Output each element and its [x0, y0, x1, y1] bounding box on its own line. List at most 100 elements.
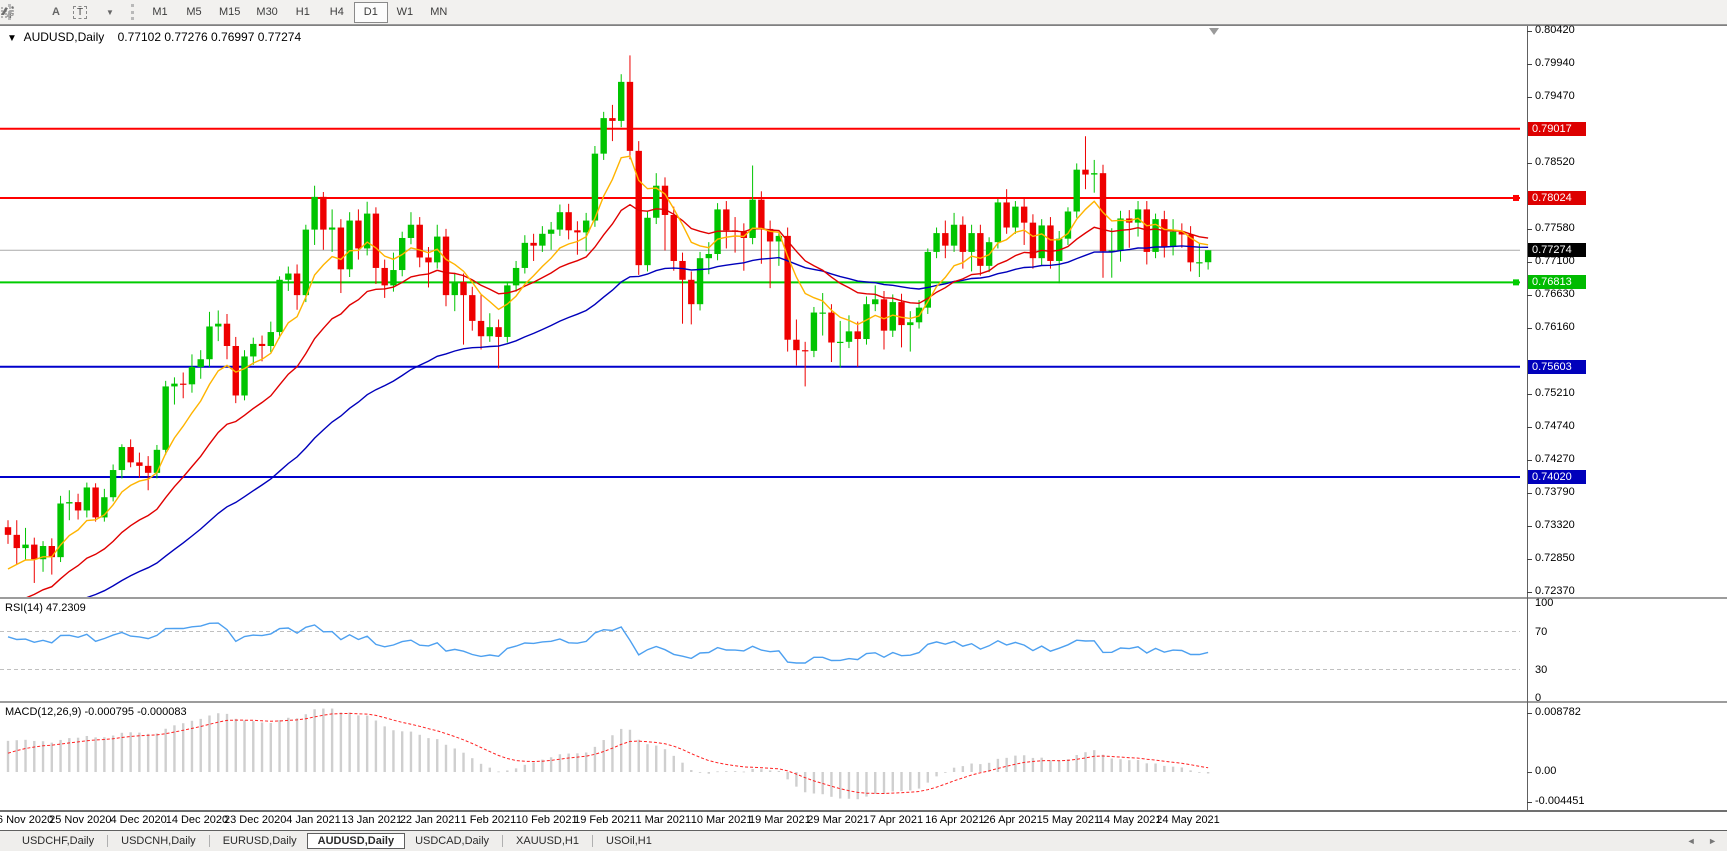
- macd-bar: [733, 771, 737, 772]
- timeframe-button-m30[interactable]: M30: [248, 2, 285, 23]
- macd-signal-line: [7, 712, 1209, 795]
- macd-bar: [111, 735, 115, 772]
- candle-body: [968, 233, 975, 252]
- date-label: 22 Jan 2021: [399, 814, 461, 826]
- hline-end-handle[interactable]: [1513, 279, 1519, 286]
- macd-bar: [1084, 752, 1087, 772]
- date-label: 25 Nov 2020: [49, 814, 112, 826]
- price-chart-plot[interactable]: [0, 26, 1527, 597]
- timeframe-button-m1[interactable]: M1: [143, 2, 177, 23]
- candle-body: [688, 279, 695, 305]
- macd-plot[interactable]: [0, 703, 1527, 810]
- chart-tab-usdchf[interactable]: USDCHF,Daily: [12, 833, 104, 849]
- macd-bar: [672, 755, 675, 772]
- chart-tab-xauusd[interactable]: XAUUSD,H1: [506, 833, 589, 849]
- timeframe-button-m15[interactable]: M15: [211, 2, 248, 23]
- price-level-label-0.78024[interactable]: 0.78024: [1528, 190, 1586, 205]
- candle-body: [241, 356, 248, 396]
- candle-body: [1012, 206, 1019, 228]
- candle-body: [521, 242, 529, 268]
- macd-bar: [120, 732, 124, 772]
- candle-body: [285, 273, 292, 280]
- macd-header: MACD(12,26,9) -0.000795 -0.000083: [5, 706, 187, 718]
- macd-bar: [786, 772, 789, 780]
- chart-tab-usdcnh[interactable]: USDCNH,Daily: [111, 833, 206, 849]
- price-level-label-0.77274[interactable]: 0.77274: [1528, 243, 1586, 258]
- price-tick-mark: [1527, 64, 1532, 66]
- candle-body: [22, 544, 29, 549]
- candle-body: [1161, 219, 1168, 248]
- date-label: 19 Feb 2021: [574, 814, 636, 826]
- macd-bar: [313, 709, 316, 772]
- tab-scroll-left-icon[interactable]: ◄: [1687, 836, 1696, 846]
- candle-body: [696, 258, 704, 305]
- letter-a-icon: A: [52, 6, 60, 18]
- timeframe-button-mn[interactable]: MN: [422, 2, 456, 23]
- price-tick-label: 0.78520: [1535, 156, 1575, 169]
- macd-bar: [584, 752, 588, 772]
- macd-bar: [611, 735, 614, 772]
- macd-bar: [803, 772, 807, 793]
- tab-separator: [502, 835, 504, 847]
- macd-bar: [295, 718, 299, 772]
- macd-bar: [76, 737, 80, 772]
- date-label: 10 Feb 2021: [515, 814, 578, 826]
- text-tool-button[interactable]: T: [68, 2, 92, 22]
- macd-bar: [909, 772, 912, 791]
- price-level-label-0.74020[interactable]: 0.74020: [1528, 470, 1586, 484]
- price-level-label-0.79017[interactable]: 0.79017: [1528, 121, 1586, 136]
- tab-scroll-right-icon[interactable]: ►: [1708, 836, 1717, 846]
- candle-body: [346, 220, 353, 270]
- date-label: 10 Mar 2021: [690, 814, 753, 826]
- chart-tab-usdcad[interactable]: USDCAD,Daily: [405, 833, 499, 849]
- candle-body: [1047, 225, 1054, 261]
- shapes-button[interactable]: ▼: [1, 2, 126, 22]
- text-label-a-button[interactable]: A: [44, 2, 68, 22]
- price-tick-mark: [1527, 459, 1532, 461]
- candle-body: [644, 217, 651, 266]
- grid-pattern-icon[interactable]: F: [1, 2, 44, 22]
- price-tick-mark: [1527, 97, 1532, 99]
- macd-bar: [401, 731, 404, 772]
- candle-body: [819, 312, 826, 314]
- chart-tab-eurusd[interactable]: EURUSD,Daily: [213, 833, 307, 849]
- timeframe-button-h1[interactable]: H1: [286, 2, 320, 23]
- price-level-label-0.76813[interactable]: 0.76813: [1528, 275, 1586, 290]
- candle-body: [977, 233, 984, 266]
- macd-bar: [698, 772, 702, 773]
- candle-body: [390, 270, 397, 286]
- candle-body: [109, 470, 117, 498]
- macd-bar: [1198, 772, 1201, 773]
- macd-bar: [15, 740, 18, 772]
- candle-body: [828, 312, 835, 343]
- timeframe-button-d1[interactable]: D1: [353, 1, 388, 23]
- macd-bar: [926, 772, 929, 783]
- timeframe-toolbar-drag-handle[interactable]: [131, 4, 138, 20]
- rsi-plot[interactable]: [0, 599, 1527, 701]
- macd-bar: [392, 730, 395, 772]
- candle-body: [477, 320, 485, 337]
- price-level-label-0.75603[interactable]: 0.75603: [1528, 359, 1586, 374]
- tab-scroll-arrows: ◄ ►: [1677, 836, 1717, 846]
- timeframe-button-w1[interactable]: W1: [388, 2, 422, 23]
- price-tick-label: 0.75210: [1535, 387, 1575, 400]
- candle-body: [460, 281, 467, 296]
- rsi-axis-label-30: 30: [1535, 663, 1548, 676]
- macd-bar: [1101, 754, 1105, 772]
- price-tick-mark: [1527, 163, 1532, 165]
- candle-body: [48, 546, 55, 558]
- ma-fast-line: [7, 155, 1209, 570]
- timeframe-button-m5[interactable]: M5: [177, 2, 211, 23]
- rsi-axis-label-100: 100: [1535, 597, 1554, 609]
- macd-bar: [260, 722, 264, 772]
- candle-body: [416, 224, 423, 258]
- timeframe-button-h4[interactable]: H4: [320, 2, 354, 23]
- rsi-line: [7, 622, 1209, 664]
- hline-end-handle[interactable]: [1513, 194, 1519, 201]
- chart-tab-usoil[interactable]: USOil,H1: [596, 833, 662, 849]
- price-tick-label: 0.79470: [1535, 90, 1575, 103]
- candle-body: [907, 322, 914, 326]
- macd-bar: [514, 768, 518, 772]
- symbol-dropdown-icon[interactable]: ▼: [7, 33, 17, 44]
- chart-tab-audusd[interactable]: AUDUSD,Daily: [306, 833, 406, 849]
